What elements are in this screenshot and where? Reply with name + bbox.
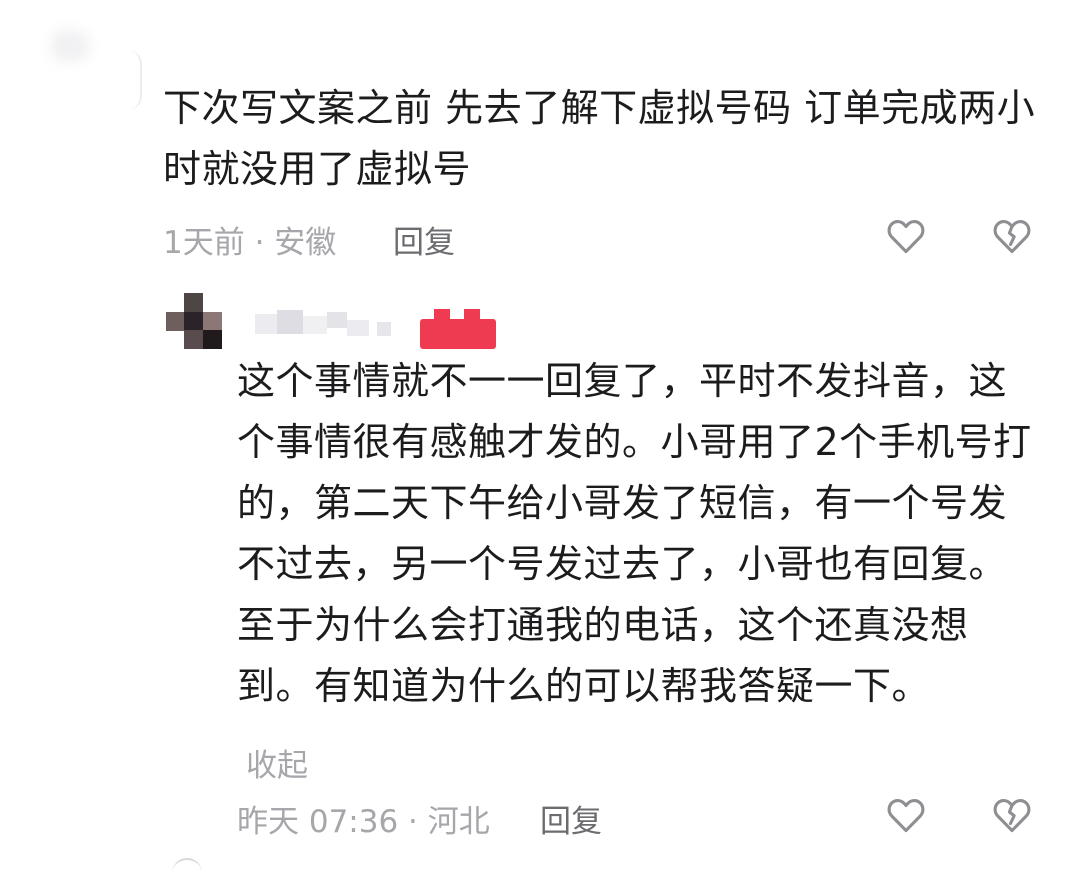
broken-heart-icon[interactable] (990, 214, 1034, 258)
comment-meta: 1天前 · 安徽 (163, 225, 337, 261)
avatar-pixelated[interactable] (166, 293, 222, 349)
reply-comment-text: 这个事情就不一一回复了，平时不发抖音，这个事情很有感触才发的。小哥用了2个手机号… (237, 359, 1032, 708)
broken-heart-icon[interactable] (990, 793, 1034, 837)
collapse-button[interactable]: 收起 (246, 740, 308, 785)
avatar-blurred[interactable] (50, 30, 90, 62)
decorative-edge (128, 50, 142, 110)
comment-text: 下次写文案之前 先去了解下虚拟号码 订单完成两小时就没用了虚拟号 (163, 86, 1036, 191)
author-badge-pixelated (420, 309, 496, 349)
reply-button[interactable]: 回复 (393, 217, 455, 262)
username-pixelated[interactable] (255, 310, 405, 336)
next-comment-avatar-edge (172, 858, 202, 876)
heart-outline-icon[interactable] (884, 214, 928, 258)
reply-comment-meta: 昨天 07:36 · 河北 (237, 804, 490, 840)
reply-button[interactable]: 回复 (540, 796, 602, 841)
heart-outline-icon[interactable] (884, 793, 928, 837)
